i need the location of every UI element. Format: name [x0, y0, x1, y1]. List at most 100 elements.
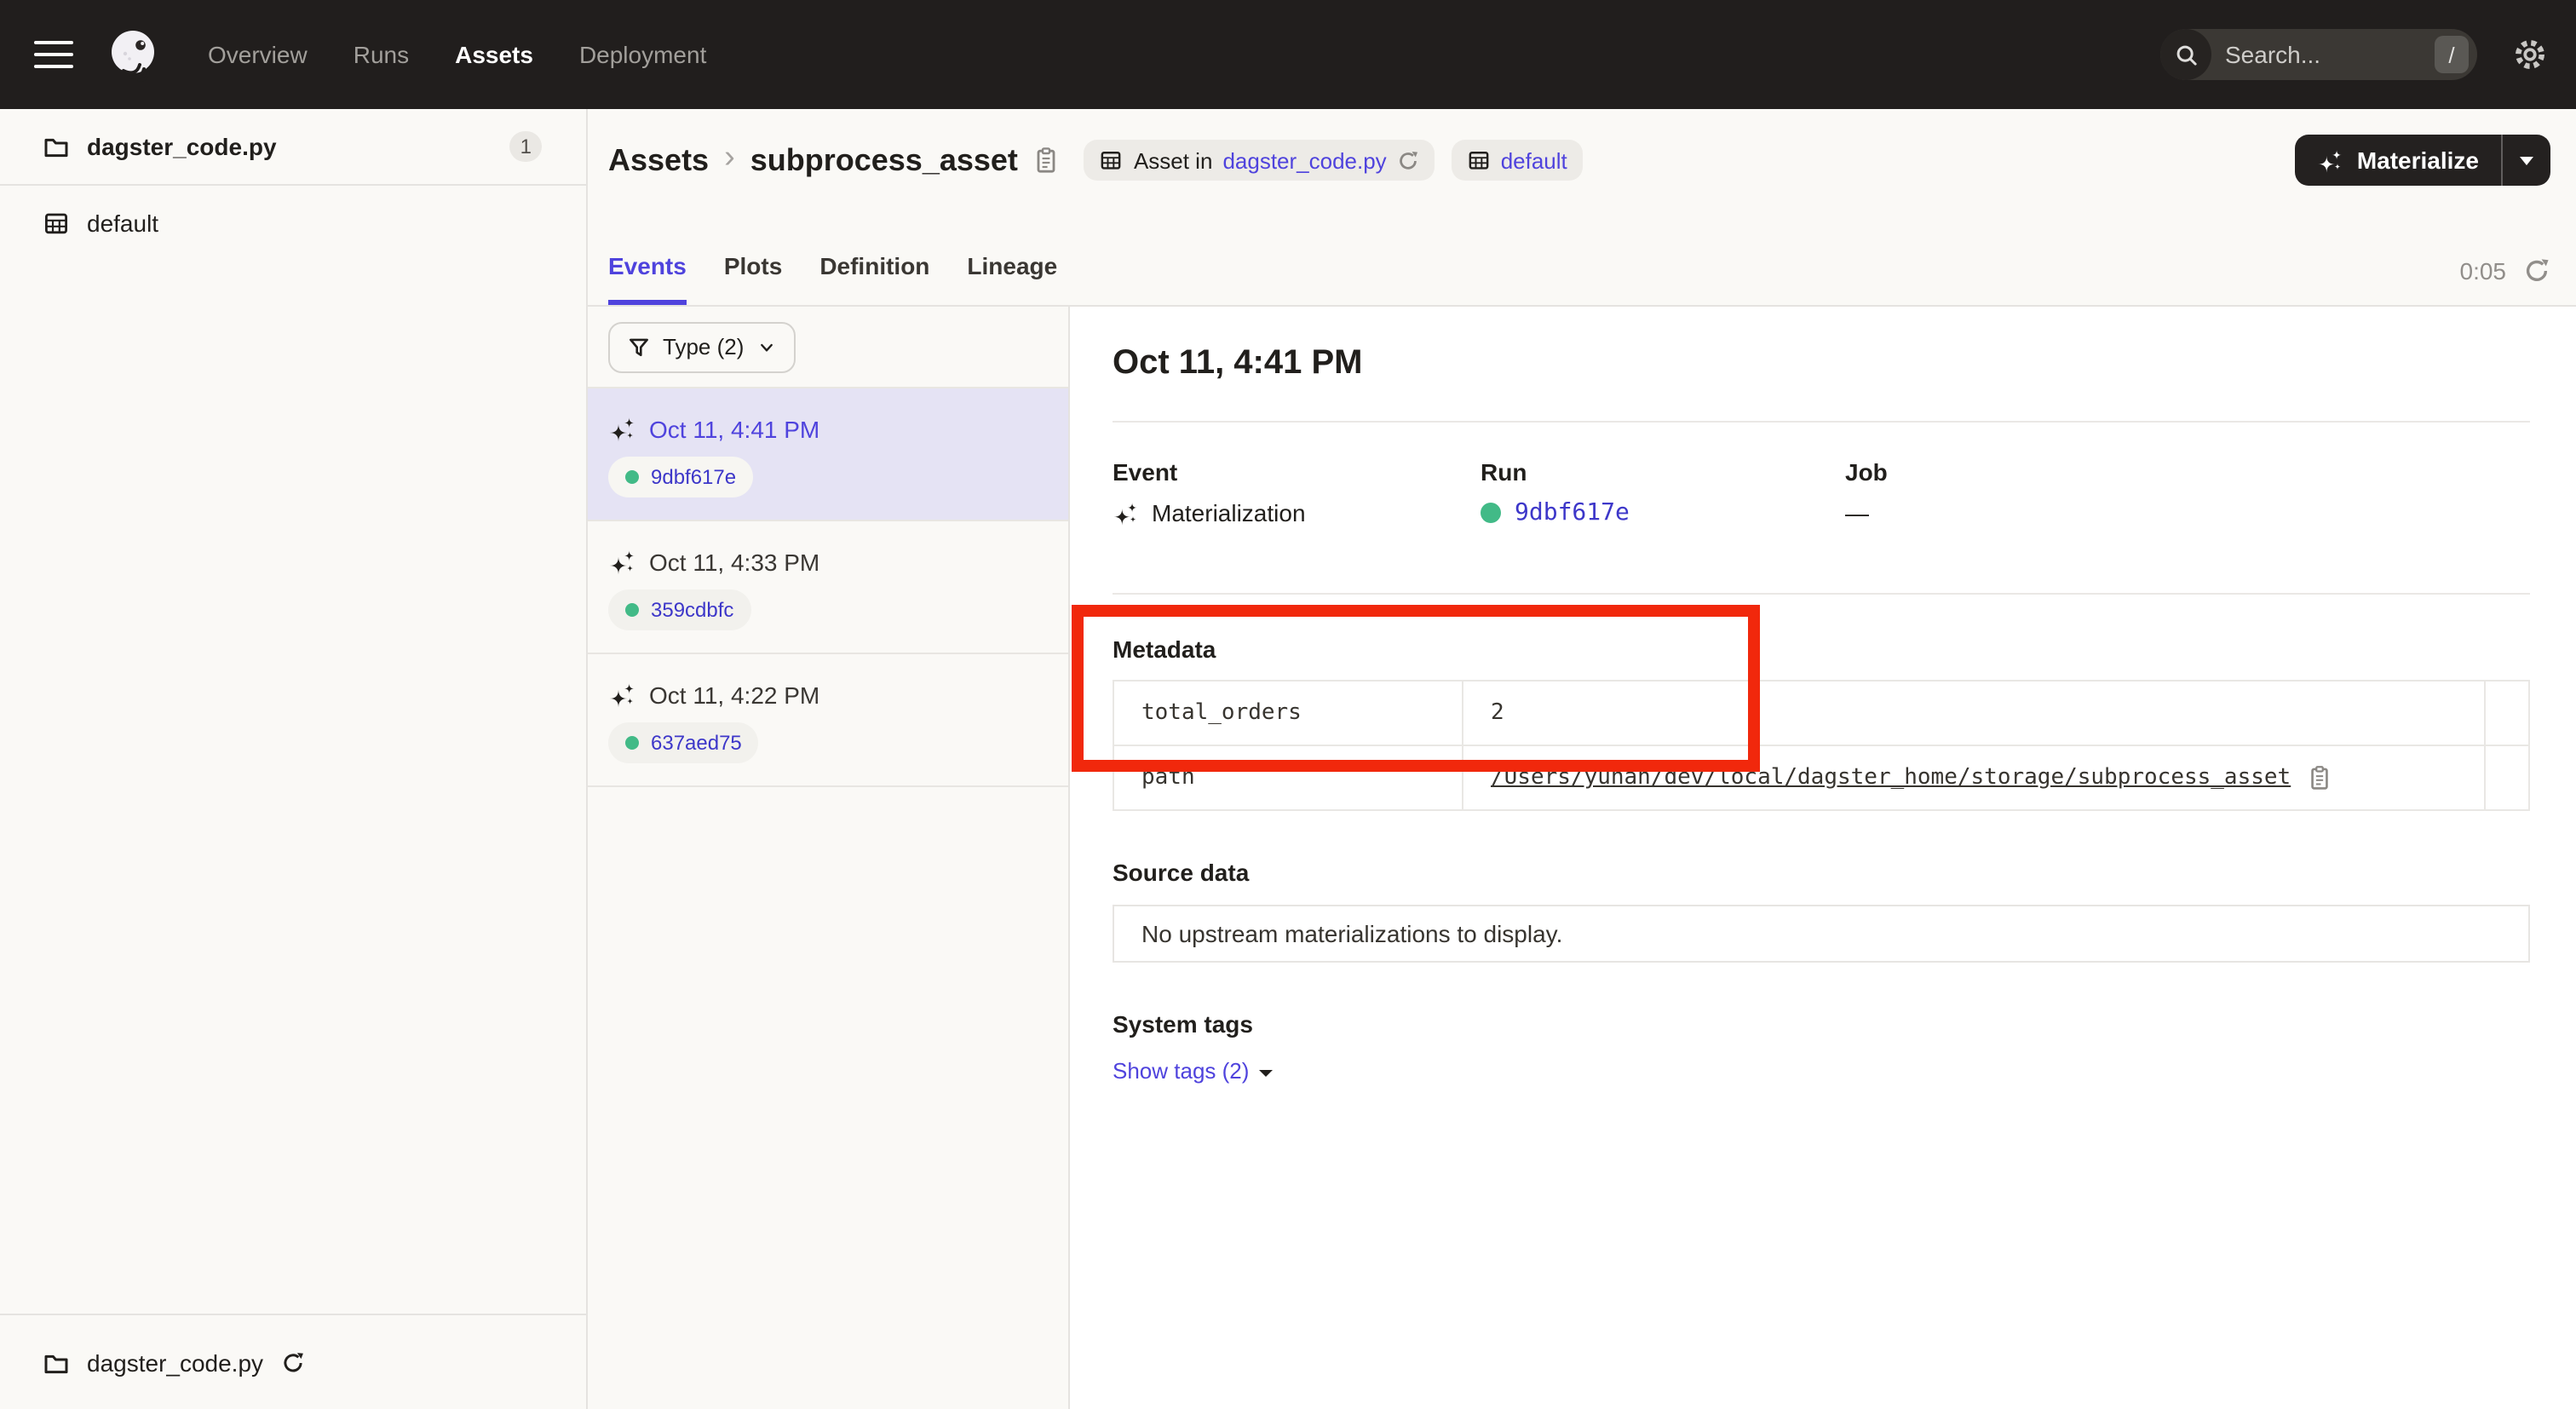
metadata-key: total_orders: [1113, 681, 1463, 745]
search-input[interactable]: [2211, 41, 2435, 68]
source-data-section-title: Source data: [1113, 859, 2530, 886]
copy-path-icon[interactable]: [2306, 765, 2332, 791]
dagster-app-window: Overview Runs Assets Deployment / dagste…: [0, 0, 2576, 1409]
metadata-extra-cell: [2485, 681, 2529, 745]
materialization-sparkle-icon: [2318, 147, 2343, 173]
event-detail-panel: Oct 11, 4:41 PM Event Materialization: [1070, 307, 2576, 1409]
type-filter-label: Type (2): [663, 334, 744, 359]
divider: [1113, 593, 2530, 595]
event-list-item[interactable]: Oct 11, 4:33 PM 359cdbfc: [588, 521, 1068, 654]
events-filter-bar: Type (2): [588, 307, 1068, 388]
event-summary-grid: Event Materialization Run 9dbf: [1113, 458, 2530, 526]
events-list-panel: Type (2) Oct 11, 4:41 PM 9dbf617e: [588, 307, 1070, 1409]
table-row: total_orders 2: [1113, 681, 2529, 745]
sidebar-footer-code-location[interactable]: dagster_code.py: [0, 1314, 586, 1409]
show-tags-toggle[interactable]: Show tags (2): [1113, 1058, 1273, 1084]
dagster-logo-icon[interactable]: [104, 26, 162, 83]
run-id-link[interactable]: 9dbf617e: [1515, 499, 1630, 526]
table-row: path /Users/yuhan/dev/local/dagster_home…: [1113, 745, 2529, 810]
asset-in-label: Asset in: [1134, 147, 1213, 173]
event-timestamp[interactable]: Oct 11, 4:33 PM: [649, 549, 819, 576]
filter-funnel-icon: [627, 335, 651, 359]
sidebar-item-default[interactable]: default: [0, 186, 586, 261]
refresh-icon[interactable]: [2523, 257, 2550, 285]
materialize-button[interactable]: Materialize: [2296, 147, 2501, 174]
event-timestamp[interactable]: Oct 11, 4:22 PM: [649, 681, 819, 709]
nav-item-assets[interactable]: Assets: [455, 41, 533, 68]
job-value: —: [1845, 499, 1869, 526]
nav-item-runs[interactable]: Runs: [354, 41, 409, 68]
sidebar-item-label: default: [87, 210, 158, 237]
tab-definition[interactable]: Definition: [819, 252, 929, 305]
metadata-path-link[interactable]: /Users/yuhan/dev/local/dagster_home/stor…: [1491, 765, 2291, 791]
tab-plots[interactable]: Plots: [724, 252, 782, 305]
repo-grid-icon: [1467, 148, 1491, 172]
chevron-right-icon: ›: [724, 140, 735, 177]
run-success-dot: [625, 603, 639, 617]
run-success-dot: [625, 736, 639, 750]
run-id-link[interactable]: 637aed75: [651, 731, 742, 755]
run-id-link[interactable]: 359cdbfc: [651, 598, 733, 622]
search-icon: [2160, 29, 2211, 80]
folder-icon: [43, 133, 70, 160]
code-location-link[interactable]: dagster_code.py: [1222, 147, 1386, 173]
tab-events[interactable]: Events: [608, 252, 687, 305]
metadata-extra-cell: [2485, 745, 2529, 810]
asset-sidebar: dagster_code.py 1 default dagster_code.p…: [0, 109, 588, 1409]
chevron-down-icon: [756, 336, 776, 357]
job-column-label: Job: [1845, 458, 2530, 486]
asset-definition-tag: Asset in dagster_code.py: [1084, 140, 1435, 181]
asset-tabs-bar: Events Plots Definition Lineage 0:05: [588, 189, 2576, 307]
event-column-label: Event: [1113, 458, 1481, 486]
event-type-value: Materialization: [1152, 499, 1306, 526]
run-id-link[interactable]: 9dbf617e: [651, 465, 736, 489]
divider: [1113, 421, 2530, 423]
run-tag[interactable]: 9dbf617e: [608, 457, 753, 497]
run-column-label: Run: [1481, 458, 1845, 486]
metadata-table: total_orders 2 path /Users/yuhan/dev/loc…: [1113, 680, 2530, 811]
run-tag[interactable]: 359cdbfc: [608, 589, 750, 630]
repository-tag: default: [1452, 140, 1583, 181]
footer-code-location-label: dagster_code.py: [87, 1349, 263, 1376]
nav-item-overview[interactable]: Overview: [208, 41, 308, 68]
breadcrumb: Assets › subprocess_asset: [608, 140, 1061, 181]
event-detail-heading: Oct 11, 4:41 PM: [1113, 344, 2530, 383]
breadcrumb-assets-link[interactable]: Assets: [608, 142, 709, 178]
sidebar-group-dagster-code[interactable]: dagster_code.py 1: [0, 109, 586, 186]
repo-grid-icon: [43, 210, 70, 237]
repo-grid-icon: [1100, 148, 1124, 172]
type-filter-button[interactable]: Type (2): [608, 321, 795, 372]
tab-lineage[interactable]: Lineage: [967, 252, 1057, 305]
primary-nav: Overview Runs Assets Deployment: [208, 41, 706, 68]
metadata-key: path: [1113, 745, 1463, 810]
repository-link[interactable]: default: [1501, 147, 1567, 173]
gear-icon[interactable]: [2513, 37, 2547, 72]
show-tags-label: Show tags (2): [1113, 1058, 1249, 1084]
materialize-label: Materialize: [2357, 147, 2479, 174]
materialize-button-group: Materialize: [2296, 135, 2550, 186]
breadcrumb-asset-name: subprocess_asset: [750, 142, 1018, 178]
nav-item-deployment[interactable]: Deployment: [579, 41, 706, 68]
caret-down-icon: [2520, 156, 2533, 164]
sidebar-group-label: dagster_code.py: [87, 133, 277, 160]
search-box[interactable]: /: [2160, 29, 2477, 80]
menu-icon[interactable]: [34, 40, 73, 69]
asset-count-badge: 1: [510, 131, 542, 162]
caret-down-icon: [1259, 1069, 1273, 1076]
materialize-dropdown-button[interactable]: [2503, 135, 2550, 186]
reload-icon[interactable]: [280, 1350, 304, 1374]
refresh-countdown: 0:05: [2460, 257, 2507, 285]
event-timestamp[interactable]: Oct 11, 4:41 PM: [649, 416, 819, 443]
event-list-item[interactable]: Oct 11, 4:22 PM 637aed75: [588, 654, 1068, 787]
folder-icon: [43, 1349, 70, 1376]
event-list-item[interactable]: Oct 11, 4:41 PM 9dbf617e: [588, 388, 1068, 521]
run-success-dot: [1481, 503, 1501, 523]
reload-code-location-icon[interactable]: [1397, 149, 1419, 171]
materialization-sparkle-icon: [608, 549, 635, 576]
copy-asset-name-icon[interactable]: [1033, 147, 1061, 174]
source-data-empty-message: No upstream materializations to display.: [1113, 905, 2530, 963]
metadata-section-title: Metadata: [1113, 635, 2530, 663]
run-tag[interactable]: 637aed75: [608, 722, 759, 763]
metadata-value: 2: [1463, 681, 2485, 745]
materialization-sparkle-icon: [1113, 500, 1138, 526]
